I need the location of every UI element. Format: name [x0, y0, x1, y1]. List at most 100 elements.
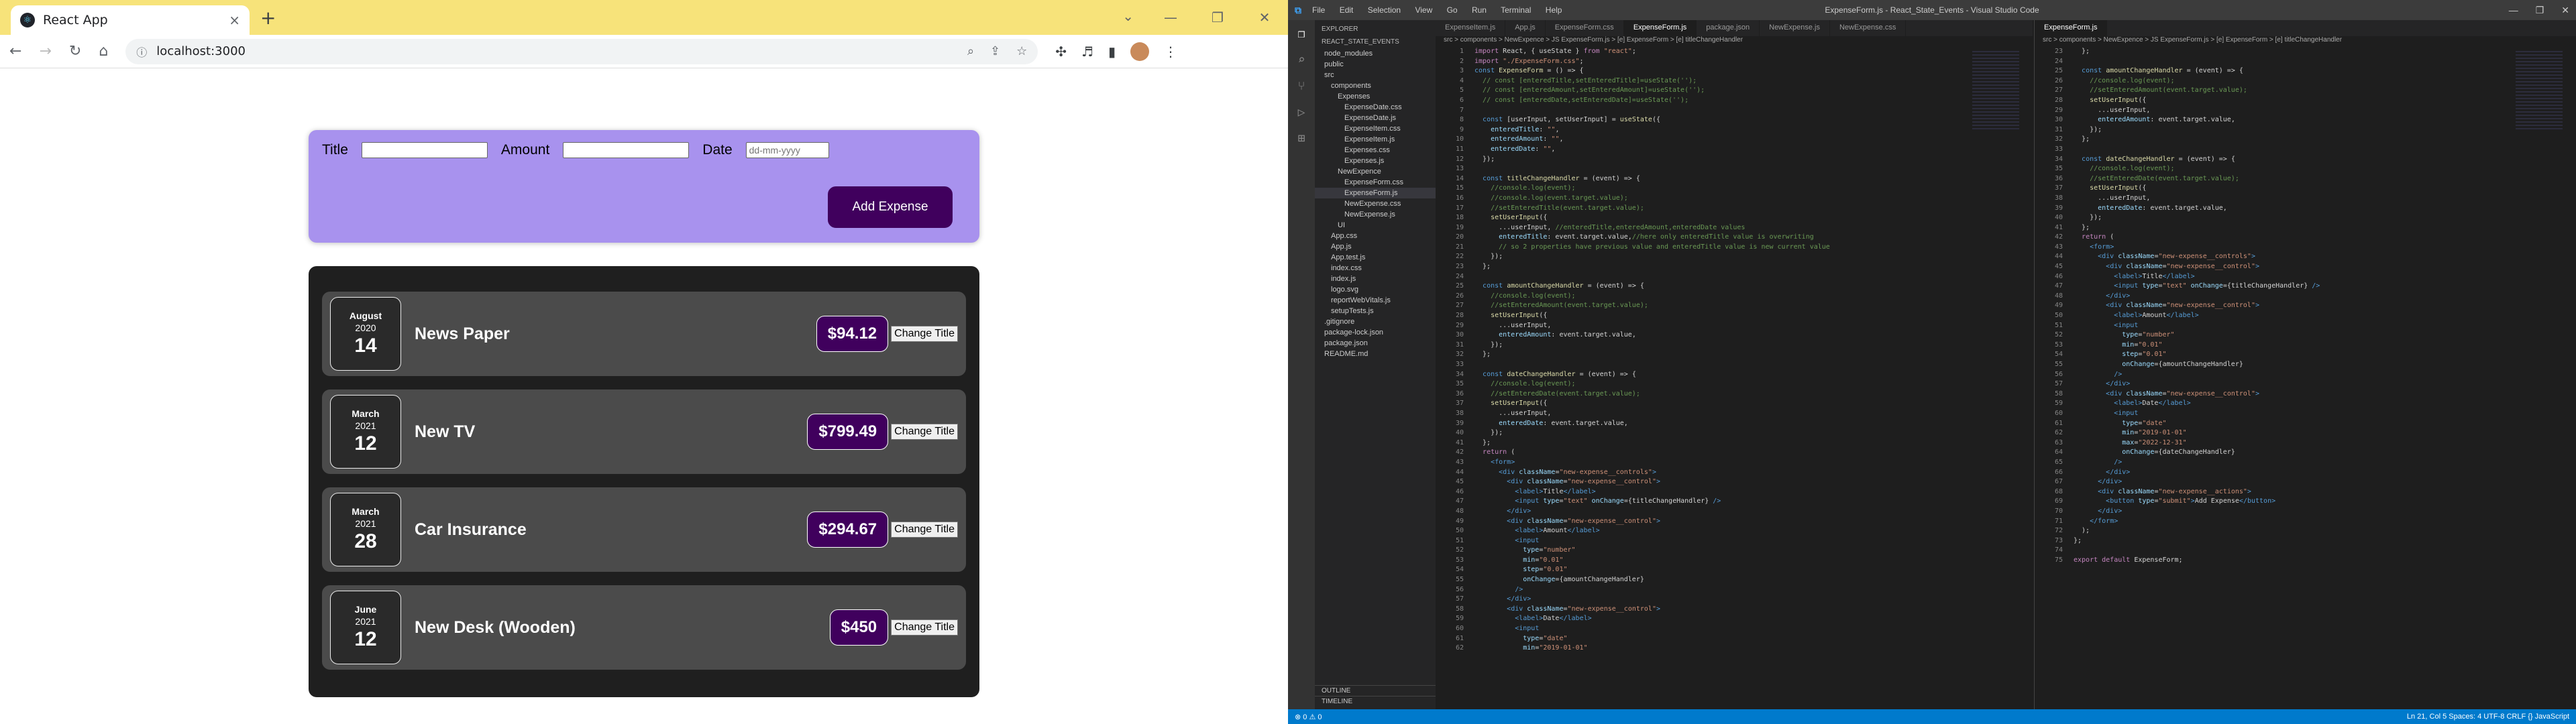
breadcrumb[interactable]: src > components > NewExpence > JS Expen…	[1436, 36, 2033, 47]
change-title-button[interactable]: Change Title	[891, 522, 958, 538]
menu-item[interactable]: View	[1415, 5, 1432, 15]
tree-item[interactable]: package.json	[1315, 338, 1436, 349]
tree-item[interactable]: src	[1315, 70, 1436, 80]
tree-item[interactable]: components	[1315, 80, 1436, 91]
tree-item[interactable]: ExpenseDate.js	[1315, 113, 1436, 123]
browser-tab[interactable]: ⚛ React App ×	[11, 5, 250, 35]
tree-item[interactable]: ExpenseItem.css	[1315, 123, 1436, 134]
change-title-button[interactable]: Change Title	[891, 619, 958, 636]
tree-item[interactable]: setupTests.js	[1315, 306, 1436, 316]
tree-item[interactable]: public	[1315, 59, 1436, 70]
tree-item[interactable]: Expenses.js	[1315, 156, 1436, 166]
share-icon[interactable]: ⇪	[990, 44, 1000, 58]
tree-item[interactable]: App.js	[1315, 241, 1436, 252]
explorer-icon[interactable]: ❐	[1298, 27, 1305, 41]
tree-item[interactable]: README.md	[1315, 349, 1436, 359]
menu-item[interactable]: Edit	[1340, 5, 1354, 15]
expense-month: August	[349, 310, 382, 321]
code-editor[interactable]: 23 }; 24 25 const amountChangeHandler = …	[2035, 47, 2576, 565]
tree-item[interactable]: index.css	[1315, 263, 1436, 274]
editor-tab-active[interactable]: ExpenseForm.js	[2035, 20, 2108, 36]
avatar[interactable]	[1130, 42, 1149, 61]
tree-item[interactable]: Expenses	[1315, 91, 1436, 102]
change-title-button[interactable]: Change Title	[891, 424, 958, 440]
forward-icon[interactable]: →	[39, 43, 51, 60]
tree-item[interactable]: node_modules	[1315, 48, 1436, 59]
media-icon[interactable]: ♬	[1081, 44, 1093, 60]
expense-month: March	[352, 506, 380, 517]
maximize-icon[interactable]: ❐	[1194, 9, 1241, 25]
tree-item[interactable]: NewExpense.js	[1315, 209, 1436, 220]
timeline-section[interactable]: TIMELINE	[1315, 696, 1436, 707]
editor-tab[interactable]: ExpenseForm.css	[1546, 20, 1624, 36]
tree-item[interactable]: .gitignore	[1315, 316, 1436, 327]
status-right[interactable]: Ln 21, Col 5 Spaces: 4 UTF-8 CRLF {} Jav…	[2407, 713, 2569, 721]
bookmark-star-icon[interactable]: ☆	[1016, 44, 1027, 58]
extensions-icon[interactable]: ⊞	[1298, 131, 1305, 145]
tree-item[interactable]: index.js	[1315, 274, 1436, 284]
tree-item[interactable]: reportWebVitals.js	[1315, 295, 1436, 306]
title-label: Title	[322, 142, 348, 158]
amount-input[interactable]	[563, 142, 690, 158]
zoom-icon[interactable]: ⌕	[967, 44, 974, 58]
home-icon[interactable]: ⌂	[99, 43, 108, 60]
project-name[interactable]: REACT_STATE_EVENTS	[1315, 36, 1436, 48]
menu-item[interactable]: Run	[1472, 5, 1487, 15]
run-debug-icon[interactable]: ▷	[1298, 105, 1305, 119]
close-window-icon[interactable]: ✕	[1241, 9, 1288, 25]
problems-icon[interactable]: ⊗ 0 ⚠ 0	[1295, 713, 1322, 721]
add-expense-button[interactable]: Add Expense	[828, 186, 953, 228]
browser-extensions: ✣ ♬ ▮ ⋮	[1055, 42, 1177, 61]
sidepanel-icon[interactable]: ▮	[1108, 44, 1116, 60]
tree-item[interactable]: ExpenseDate.css	[1315, 102, 1436, 113]
tree-item[interactable]: package-lock.json	[1315, 327, 1436, 338]
title-input[interactable]	[361, 142, 488, 158]
info-icon[interactable]: ⓘ	[136, 44, 147, 60]
react-icon: ⚛	[20, 13, 35, 27]
breadcrumb[interactable]: src > components > NewExpence > JS Expen…	[2035, 36, 2576, 47]
tree-item[interactable]: ExpenseForm.css	[1315, 177, 1436, 188]
editor-right: ExpenseForm.js src > components > NewExp…	[2034, 20, 2576, 709]
tree-item[interactable]: NewExpence	[1315, 166, 1436, 177]
date-input[interactable]	[745, 142, 829, 158]
close-tab-icon[interactable]: ×	[229, 12, 240, 28]
back-icon[interactable]: ←	[9, 43, 21, 60]
new-tab-icon[interactable]: +	[260, 7, 276, 29]
tree-item[interactable]: Expenses.css	[1315, 145, 1436, 156]
outline-section[interactable]: OUTLINE	[1315, 685, 1436, 696]
minimap[interactable]	[1972, 51, 2019, 131]
reload-icon[interactable]: ↻	[69, 43, 81, 60]
code-editor[interactable]: 1 import React, { useState } from "react"…	[1436, 47, 2033, 654]
close-window-icon[interactable]: ✕	[2561, 5, 2569, 16]
tree-item[interactable]: ExpenseItem.js	[1315, 134, 1436, 145]
tree-item[interactable]: App.test.js	[1315, 252, 1436, 263]
editor-tab-active[interactable]: ExpenseForm.js	[1623, 20, 1697, 36]
menu-item[interactable]: Help	[1546, 5, 1562, 15]
editor-tab[interactable]: package.json	[1697, 20, 1760, 36]
tree-item[interactable]: logo.svg	[1315, 284, 1436, 295]
tree-item[interactable]: App.css	[1315, 231, 1436, 241]
menu-item[interactable]: File	[1312, 5, 1325, 15]
menu-item[interactable]: Go	[1447, 5, 1458, 15]
search-icon[interactable]: ⌕	[1298, 53, 1305, 67]
minimap[interactable]	[2516, 51, 2563, 131]
editor-tab[interactable]: ExpenseItem.js	[1436, 20, 1506, 36]
expense-day: 12	[354, 628, 377, 650]
editor-tab[interactable]: NewExpense.js	[1760, 20, 1830, 36]
tree-item-selected[interactable]: ExpenseForm.js	[1315, 188, 1436, 198]
editor-tab[interactable]: App.js	[1505, 20, 1546, 36]
editor-tab[interactable]: NewExpense.css	[1830, 20, 1907, 36]
maximize-icon[interactable]: ❐	[2536, 5, 2544, 16]
menu-kebab-icon[interactable]: ⋮	[1164, 44, 1177, 60]
tree-item[interactable]: NewExpense.css	[1315, 198, 1436, 209]
change-title-button[interactable]: Change Title	[891, 326, 958, 342]
source-control-icon[interactable]: ⑂	[1298, 79, 1305, 93]
tree-item[interactable]: UI	[1315, 220, 1436, 231]
minimize-icon[interactable]: —	[2509, 5, 2518, 16]
address-bar[interactable]: ⓘ localhost:3000 ⌕ ⇪ ☆	[125, 38, 1038, 64]
menu-item[interactable]: Terminal	[1501, 5, 1531, 15]
minimize-icon[interactable]: —	[1147, 9, 1194, 25]
extensions-icon[interactable]: ✣	[1055, 44, 1067, 60]
menu-item[interactable]: Selection	[1368, 5, 1401, 15]
chevron-down-icon[interactable]: ⌄	[1122, 8, 1134, 24]
